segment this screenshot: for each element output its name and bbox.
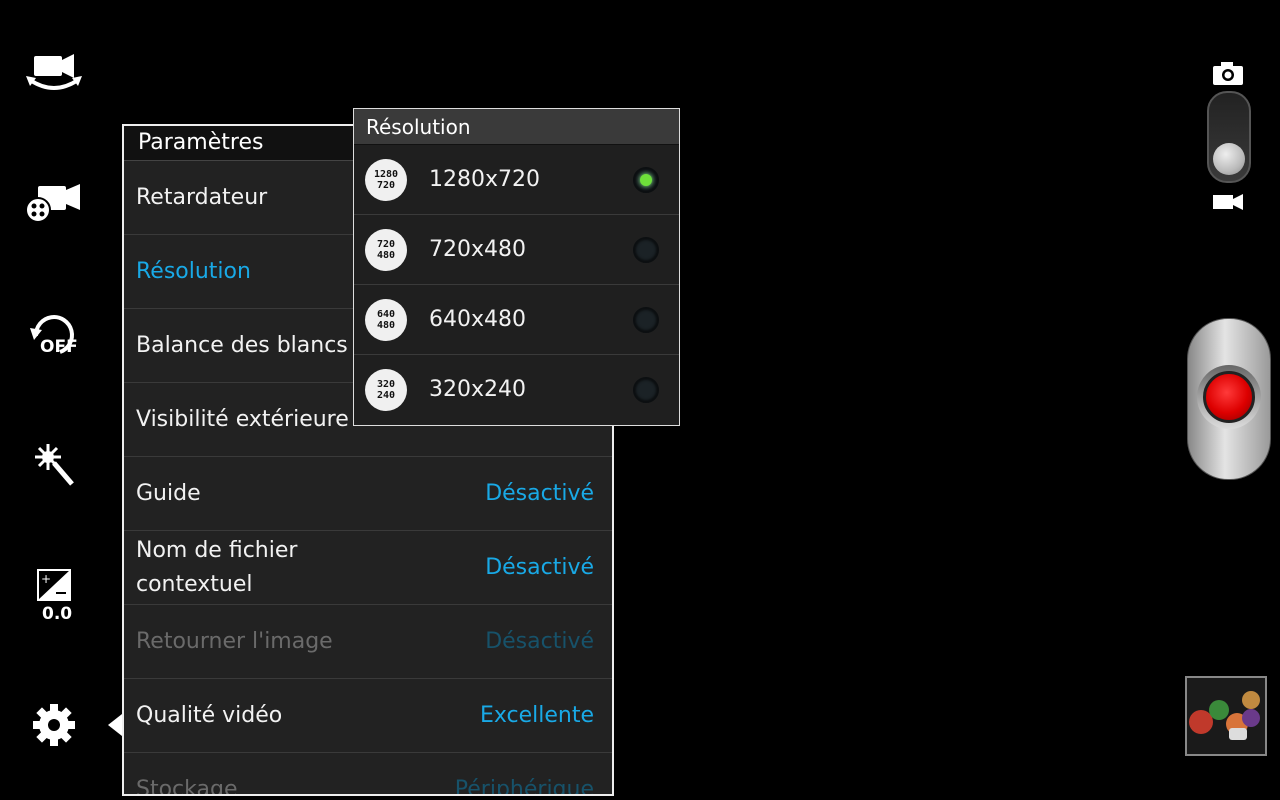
setting-row-video-quality[interactable]: Qualité vidéo Excellente [124, 679, 612, 753]
setting-value: Désactivé [485, 555, 594, 580]
setting-label: Guide [136, 480, 201, 506]
resolution-option-label: 320x240 [429, 377, 527, 402]
radio-button-selected[interactable] [633, 166, 659, 193]
record-ring [1197, 365, 1261, 429]
exposure-icon[interactable]: + 0.0 [24, 568, 84, 624]
setting-value: Désactivé [485, 481, 594, 506]
setting-row-guide[interactable]: Guide Désactivé [124, 457, 612, 531]
resolution-1280-icon: 1280 720 [365, 158, 407, 201]
radio-button[interactable] [633, 376, 659, 403]
gallery-thumbnail[interactable] [1185, 676, 1267, 756]
resolution-popup-title: Résolution [354, 109, 679, 145]
setting-value: Périphérique [454, 777, 594, 796]
switch-camera-icon[interactable] [24, 48, 84, 98]
record-button[interactable] [1187, 318, 1271, 480]
timer-off-text: OFF [40, 337, 78, 357]
resolution-option-320x240[interactable]: 320 240 320x240 [354, 355, 679, 424]
setting-label: Stockage [136, 776, 238, 796]
setting-row-storage[interactable]: Stockage Périphérique [124, 753, 612, 796]
timer-off-icon[interactable]: OFF [24, 308, 84, 358]
camera-video-mode-switch[interactable] [1207, 91, 1251, 183]
resolution-option-label: 720x480 [429, 237, 527, 262]
setting-row-flip-image: Retourner l'image Désactivé [124, 605, 612, 679]
setting-label: Retourner l'image [136, 628, 333, 654]
resolution-640-icon: 640 480 [365, 298, 407, 341]
setting-label: Nom de fichier contextuel [136, 537, 298, 597]
settings-gear-icon[interactable] [24, 700, 84, 750]
exposure-value: 0.0 [42, 604, 72, 624]
resolution-320-icon: 320 240 [365, 368, 407, 411]
scene-effects-icon[interactable] [24, 440, 84, 490]
resolution-option-1280x720[interactable]: 1280 720 1280x720 [354, 145, 679, 215]
panel-pointer [108, 714, 122, 736]
setting-value: Désactivé [485, 629, 594, 654]
video-effects-icon[interactable] [24, 178, 84, 228]
resolution-option-640x480[interactable]: 640 480 640x480 [354, 285, 679, 355]
setting-row-contextual-filename[interactable]: Nom de fichier contextuel Désactivé [124, 531, 612, 605]
svg-text:+: + [41, 572, 51, 586]
resolution-720-icon: 720 480 [365, 228, 407, 271]
record-icon [1203, 371, 1255, 423]
setting-label: Qualité vidéo [136, 702, 283, 728]
radio-button[interactable] [633, 306, 659, 333]
video-camera-icon[interactable] [1212, 192, 1244, 212]
mode-switch-knob[interactable] [1213, 143, 1245, 175]
resolution-popup: Résolution 1280 720 1280x720 720 480 720… [353, 108, 680, 426]
setting-value: Excellente [479, 703, 594, 728]
camera-icon[interactable] [1212, 60, 1244, 86]
resolution-option-label: 1280x720 [429, 167, 540, 192]
resolution-option-720x480[interactable]: 720 480 720x480 [354, 215, 679, 285]
resolution-option-label: 640x480 [429, 307, 527, 332]
radio-button[interactable] [633, 236, 659, 263]
